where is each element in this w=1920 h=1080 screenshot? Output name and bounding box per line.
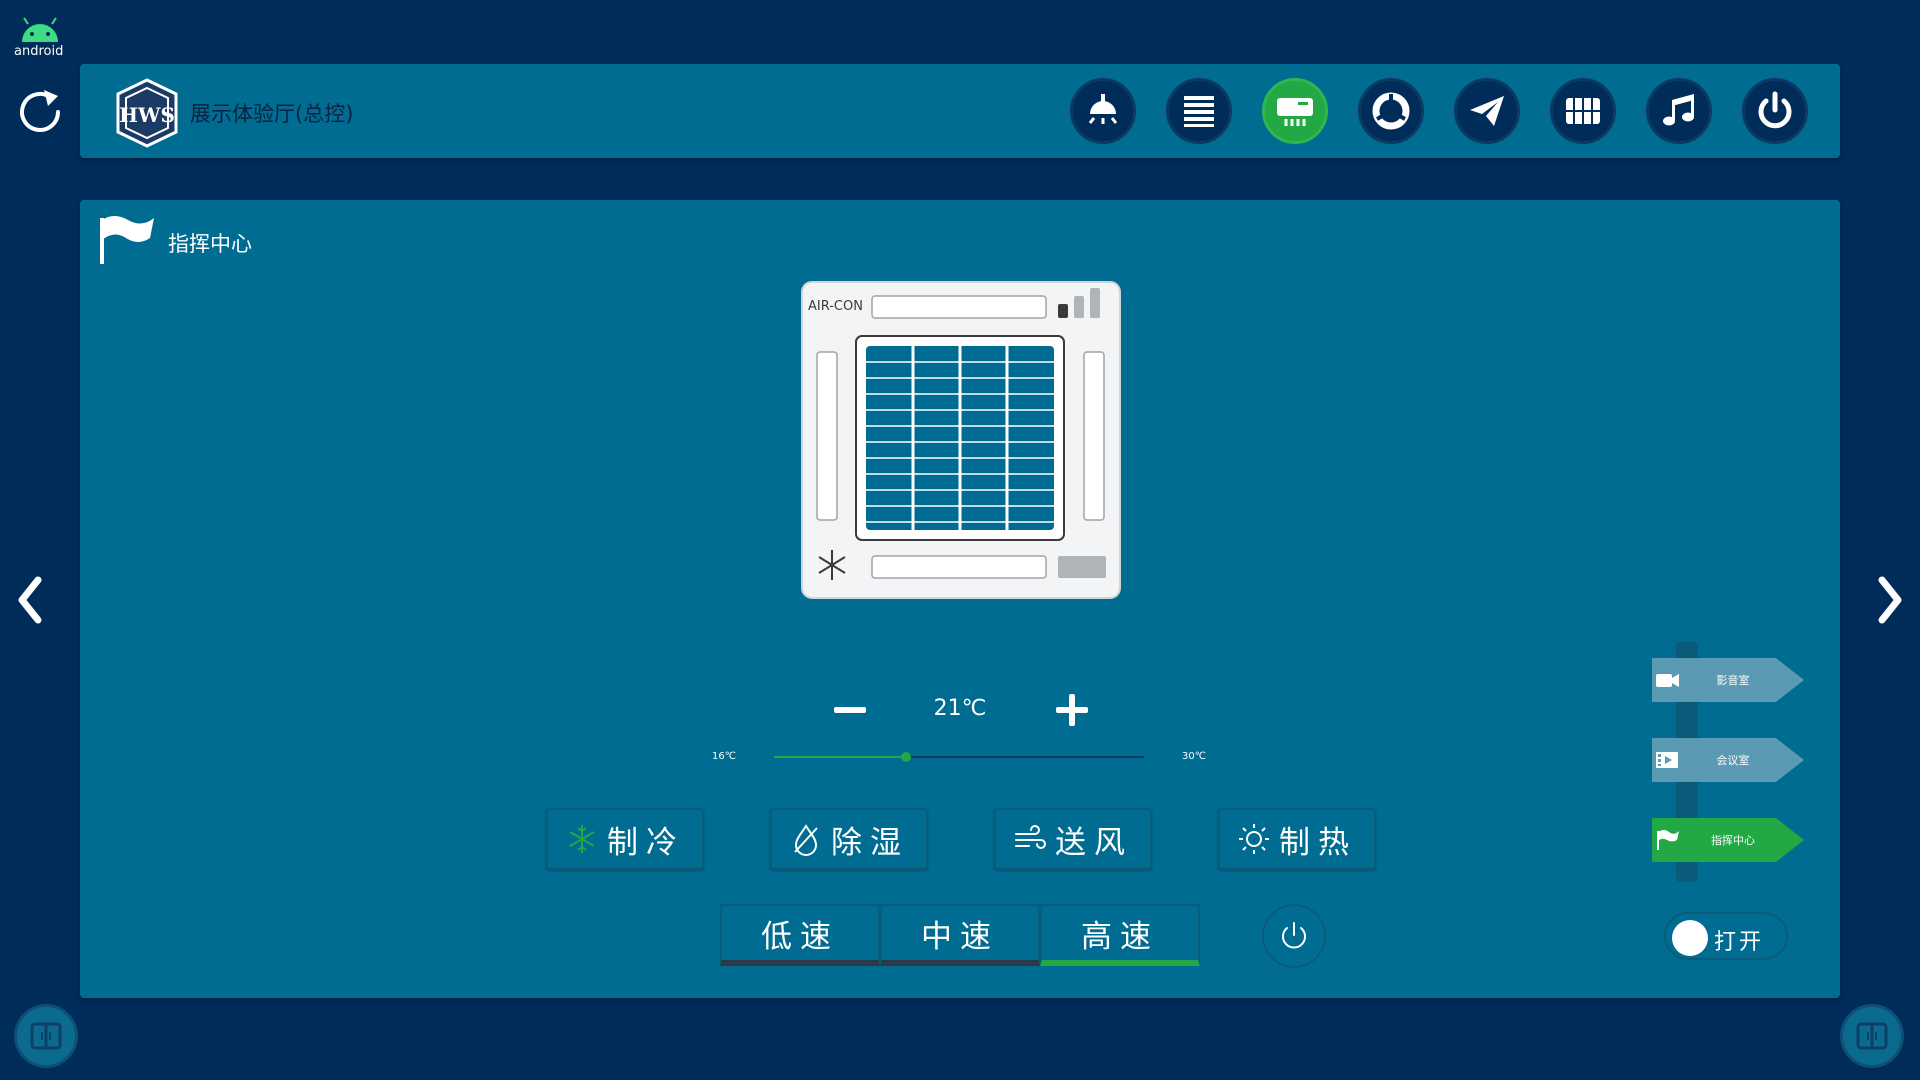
music-icon[interactable] bbox=[1646, 78, 1712, 144]
room-tabs: 影音室 会议室 指挥中心 bbox=[1648, 642, 1808, 882]
snowflake-icon bbox=[569, 825, 595, 853]
speed-high-label: 高速 bbox=[1081, 918, 1159, 955]
power-icon bbox=[1282, 922, 1306, 949]
top-bar: HWS 展示体验厅(总控) bbox=[80, 64, 1840, 158]
temperature-min-label: 16℃ bbox=[712, 751, 736, 762]
temperature-slider-thumb[interactable] bbox=[901, 752, 912, 762]
film-icon bbox=[1656, 752, 1678, 768]
temperature-slider[interactable] bbox=[774, 752, 1144, 762]
speed-high-button[interactable]: 高速 bbox=[1040, 904, 1200, 966]
room-tab-label: 指挥中心 bbox=[1711, 834, 1755, 847]
mode-heat-button[interactable]: 制热 bbox=[1218, 808, 1376, 870]
power-toggle[interactable]: 打开 bbox=[1664, 912, 1788, 960]
fan-speed-selector: 低速 中速 高速 bbox=[720, 904, 1200, 966]
temperature-control: 21℃ bbox=[830, 680, 1150, 740]
room-tab-meeting-room[interactable]: 会议室 bbox=[1648, 736, 1808, 784]
toggle-label: 打开 bbox=[1714, 930, 1765, 955]
ac-power-button[interactable] bbox=[1262, 904, 1326, 968]
lamp-icon[interactable] bbox=[1070, 78, 1136, 144]
air-conditioner-icon[interactable] bbox=[1262, 78, 1328, 144]
mode-fan-button[interactable]: 送风 bbox=[994, 808, 1152, 870]
mode-cool-label: 制冷 bbox=[607, 824, 685, 861]
curtain-icon[interactable] bbox=[1166, 78, 1232, 144]
scene-icon[interactable] bbox=[1358, 78, 1424, 144]
brand-logo: HWS bbox=[116, 78, 178, 148]
flag-icon bbox=[100, 216, 154, 264]
temperature-slider-fill bbox=[774, 756, 907, 758]
wind-icon bbox=[1015, 825, 1046, 849]
speed-medium-label: 中速 bbox=[921, 918, 999, 955]
ac-device-label: AIR-CON bbox=[808, 299, 863, 314]
refresh-icon[interactable] bbox=[14, 86, 66, 138]
power-icon[interactable] bbox=[1742, 78, 1808, 144]
speed-medium-button[interactable]: 中速 bbox=[880, 904, 1040, 966]
temperature-increase-button[interactable] bbox=[1052, 690, 1092, 730]
plane-icon[interactable] bbox=[1454, 78, 1520, 144]
toggle-knob bbox=[1672, 920, 1708, 956]
droplet-icon bbox=[794, 824, 818, 856]
temperature-value: 21℃ bbox=[933, 696, 987, 721]
grid-icon[interactable] bbox=[1550, 78, 1616, 144]
mode-heat-label: 制热 bbox=[1279, 824, 1357, 861]
room-title: 指挥中心 bbox=[168, 232, 252, 256]
mode-selector: 制冷 除湿 送风 制热 bbox=[546, 808, 1376, 870]
room-tab-label: 会议室 bbox=[1716, 754, 1750, 767]
speed-low-label: 低速 bbox=[761, 918, 839, 955]
mode-dehumidify-label: 除湿 bbox=[831, 824, 909, 861]
door-icon bbox=[30, 1022, 62, 1050]
mode-fan-label: 送风 bbox=[1055, 824, 1133, 861]
flag-icon bbox=[1657, 830, 1679, 850]
sun-icon bbox=[1239, 824, 1269, 854]
video-camera-icon bbox=[1656, 674, 1679, 687]
room-tab-av-room[interactable]: 影音室 bbox=[1648, 656, 1808, 704]
temperature-max-label: 30℃ bbox=[1182, 751, 1206, 762]
previous-page-arrow-icon[interactable] bbox=[10, 570, 50, 630]
right-door-button[interactable] bbox=[1840, 1004, 1904, 1068]
svg-text:HWS: HWS bbox=[119, 103, 175, 127]
room-tab-command-center[interactable]: 指挥中心 bbox=[1648, 816, 1808, 864]
room-tab-label: 影音室 bbox=[1716, 674, 1750, 687]
left-door-button[interactable] bbox=[14, 1004, 78, 1068]
mode-dehumidify-button[interactable]: 除湿 bbox=[770, 808, 928, 870]
mode-cool-button[interactable]: 制冷 bbox=[546, 808, 704, 870]
air-conditioner-illustration: AIR-CON bbox=[801, 281, 1121, 599]
door-icon bbox=[1856, 1022, 1888, 1050]
temperature-decrease-button[interactable] bbox=[830, 690, 870, 730]
main-panel: 指挥中心 AIR-CON 21℃ 16℃ 30℃ 制冷 除湿 送风 制热 低速 … bbox=[80, 200, 1840, 998]
speed-low-button[interactable]: 低速 bbox=[720, 904, 880, 966]
android-label: android bbox=[14, 44, 64, 59]
page-title: 展示体验厅(总控) bbox=[190, 102, 354, 126]
next-page-arrow-icon[interactable] bbox=[1870, 570, 1910, 630]
device-nav bbox=[1070, 78, 1808, 144]
